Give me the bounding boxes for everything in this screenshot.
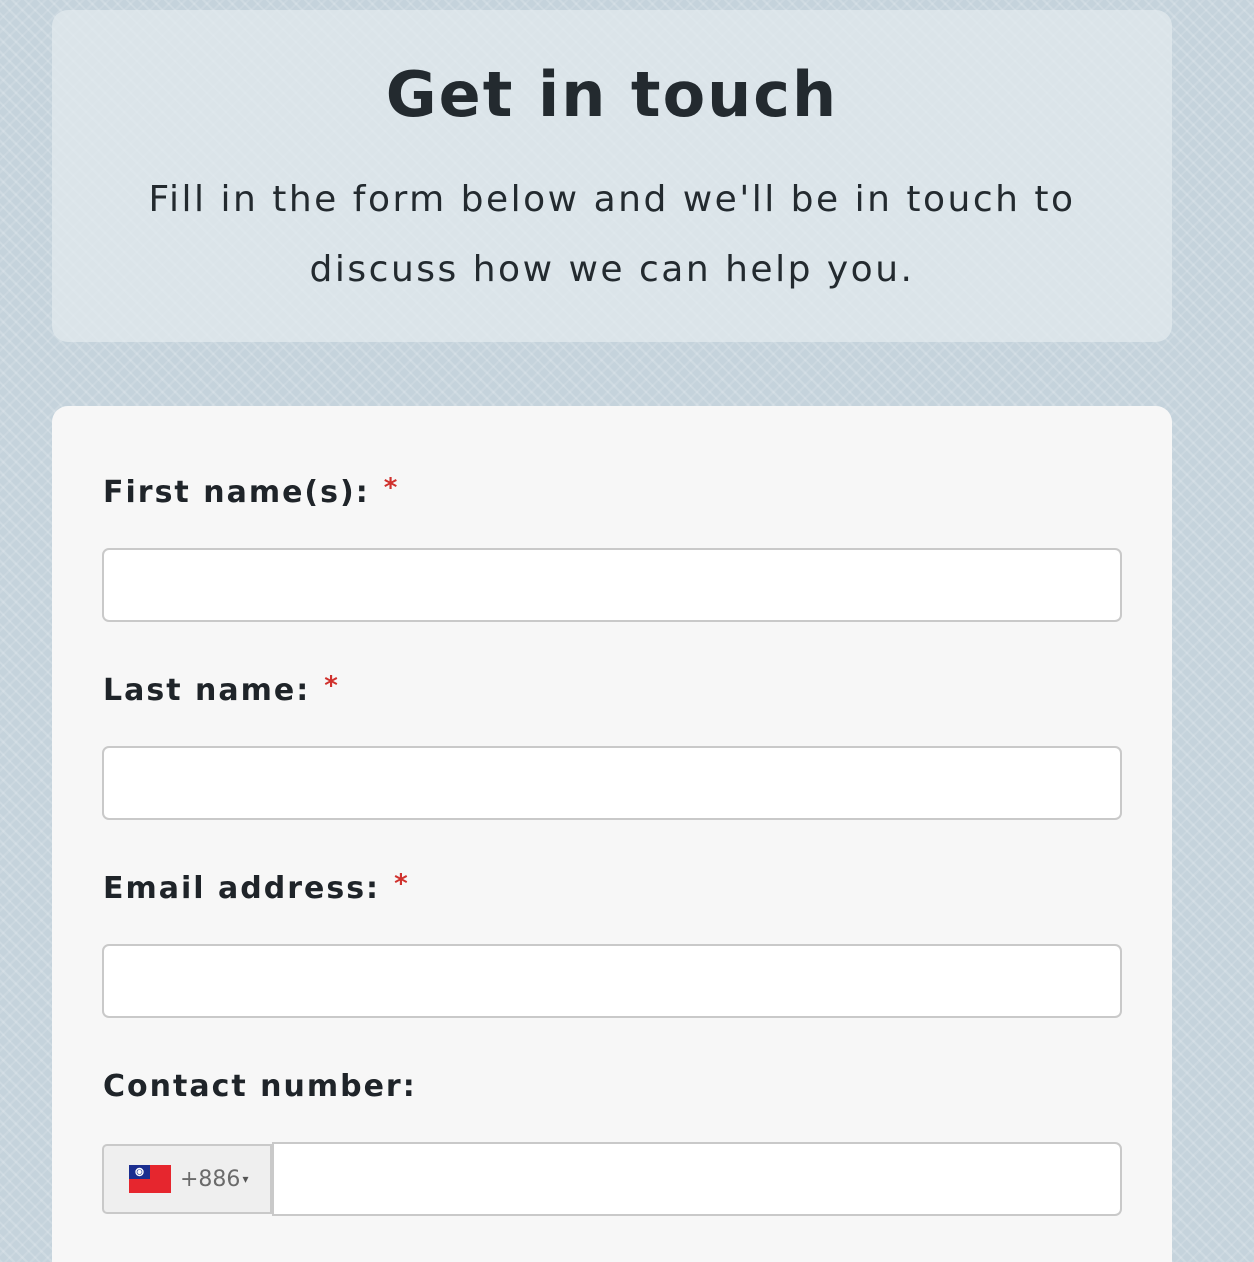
- first-name-label-text: First name(s):: [103, 475, 370, 510]
- required-marker: *: [383, 473, 400, 503]
- phone-field-group: +886 ▾: [102, 1142, 1122, 1216]
- email-label: Email address: *: [103, 871, 410, 906]
- first-name-input[interactable]: [102, 548, 1122, 622]
- page-subtitle: Fill in the form below and we'll be in t…: [148, 179, 1076, 290]
- required-marker: *: [324, 671, 340, 701]
- dial-code: +886: [180, 1166, 241, 1192]
- required-marker: *: [394, 869, 410, 899]
- chevron-down-icon: ▾: [242, 1172, 249, 1186]
- last-name-input[interactable]: [102, 746, 1122, 820]
- contact-number-label-text: Contact number:: [103, 1069, 417, 1104]
- last-name-label: Last name: *: [103, 673, 340, 708]
- page-title: Get in touch: [385, 58, 839, 131]
- phone-number-input[interactable]: [272, 1142, 1122, 1216]
- country-code-select[interactable]: +886 ▾: [102, 1144, 272, 1214]
- header-card: Get in touch Fill in the form below and …: [52, 10, 1172, 342]
- first-name-label: First name(s): *: [103, 475, 399, 510]
- email-input[interactable]: [102, 944, 1122, 1018]
- contact-number-label: Contact number:: [103, 1072, 417, 1102]
- last-name-label-text: Last name:: [103, 673, 311, 708]
- contact-form: First name(s): * Last name: * Email addres…: [52, 406, 1172, 1262]
- email-label-text: Email address:: [103, 871, 381, 906]
- taiwan-flag-icon: [129, 1165, 171, 1193]
